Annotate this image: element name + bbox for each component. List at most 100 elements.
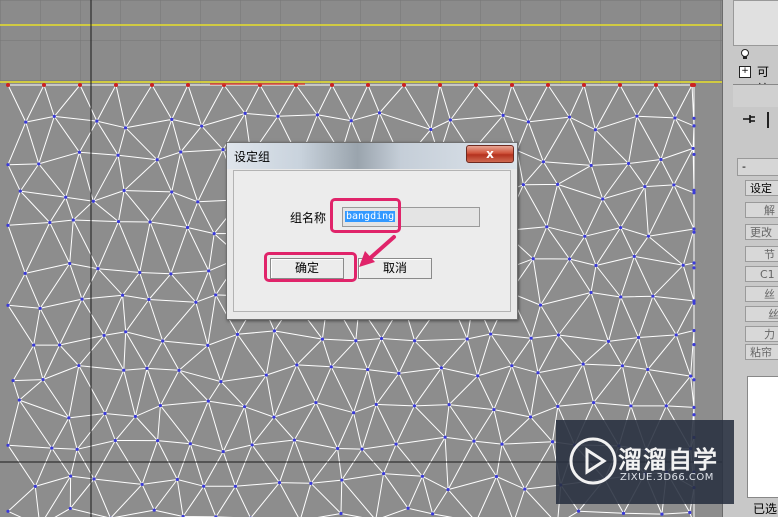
vertex [194,300,198,304]
vertex [133,414,138,419]
vertex [688,510,692,515]
input-highlight-box [330,198,401,233]
vertex [11,379,15,383]
vertex [446,488,450,492]
vertex [6,223,10,227]
vertex [567,257,572,261]
dialog-titlebar[interactable]: 设定组 x [227,143,517,169]
rp-button-set[interactable]: 设定 [745,180,778,196]
rp-button-c1[interactable]: C1 [745,266,778,282]
vertex [673,116,677,120]
vertex [264,373,268,377]
vertex [576,509,581,513]
vertex [589,163,593,168]
vertex [529,336,533,340]
vertex [68,261,72,266]
rp-button-force[interactable]: 力 [745,326,778,342]
vertex [674,333,678,337]
vertex [23,271,27,276]
divider [767,112,769,128]
rp-list-box[interactable] [747,376,778,498]
vertex [374,402,378,407]
vertex [692,116,696,120]
rp-button-sticky[interactable]: 粘帘 [745,344,778,360]
vertex [188,442,192,446]
rp-button-wire-1[interactable]: 丝 [745,286,778,302]
vertex [589,290,593,295]
vertex [394,442,398,446]
vertex [550,440,555,444]
close-button[interactable]: x [466,145,514,163]
vertex [592,400,596,405]
vertex [221,148,225,152]
vertex [77,363,81,368]
pinned-vertex [186,83,190,87]
vertex [329,365,333,369]
vertex [646,234,651,238]
vertex [594,263,598,268]
vertex [340,478,344,482]
vertex [382,472,386,476]
pinned-vertex [546,83,550,87]
vertex [24,120,28,124]
vertex [692,227,696,231]
vertex [92,477,96,481]
vertex [68,506,72,511]
pin-stack-icon[interactable] [741,112,759,126]
rollout-collapse-button[interactable]: - [737,158,778,176]
vertex [691,146,695,151]
vertex [692,301,696,305]
pinned-vertex [654,83,658,87]
vertex [177,368,181,372]
vertex [33,484,37,488]
vertex [528,415,533,419]
pinned-vertex [692,83,696,87]
vertex [41,377,45,382]
vertex [420,474,424,478]
vertex [175,477,179,482]
vertex [122,368,126,372]
vertex [692,261,696,265]
pinned-vertex [582,83,586,87]
vertex [91,199,95,203]
command-panel-top-list [733,0,778,46]
vertex [102,333,106,338]
command-panel-list-footer [733,84,778,107]
vertex [206,399,210,403]
vertex [138,270,142,275]
vertex [185,225,190,230]
vertex [692,378,696,382]
vertex [492,407,496,412]
watermark-brand: 溜溜自学 [618,446,718,474]
rp-button-wire-2[interactable]: 丝 [745,306,778,322]
lightbulb-icon[interactable] [739,48,751,60]
vertex [377,111,382,115]
vertex [75,447,79,451]
vertex [447,403,451,407]
vertex [170,190,174,194]
vertex [103,411,107,416]
vertex [233,484,238,488]
vertex [6,509,10,513]
rp-button-change[interactable]: 更改 [745,224,778,240]
expand-plus-icon[interactable]: + [739,66,751,78]
vertex [556,333,561,337]
vertex [69,474,73,478]
vertex [221,449,225,454]
vertex [397,371,401,375]
vertex [526,120,530,124]
rp-button-node[interactable]: 节 [745,246,778,262]
vertex [659,157,663,162]
vertex [692,413,696,417]
vertex [52,114,56,118]
vertex [626,161,631,166]
vertex [336,446,340,451]
vertex [148,220,152,224]
vertex [147,297,151,302]
rp-button-release[interactable]: 解 [745,202,778,218]
vertex [538,303,543,307]
vertex [161,339,165,343]
vertex [489,332,493,336]
watermark-url: ZIXUE.3D66.COM [620,472,714,483]
vertex [6,303,10,307]
